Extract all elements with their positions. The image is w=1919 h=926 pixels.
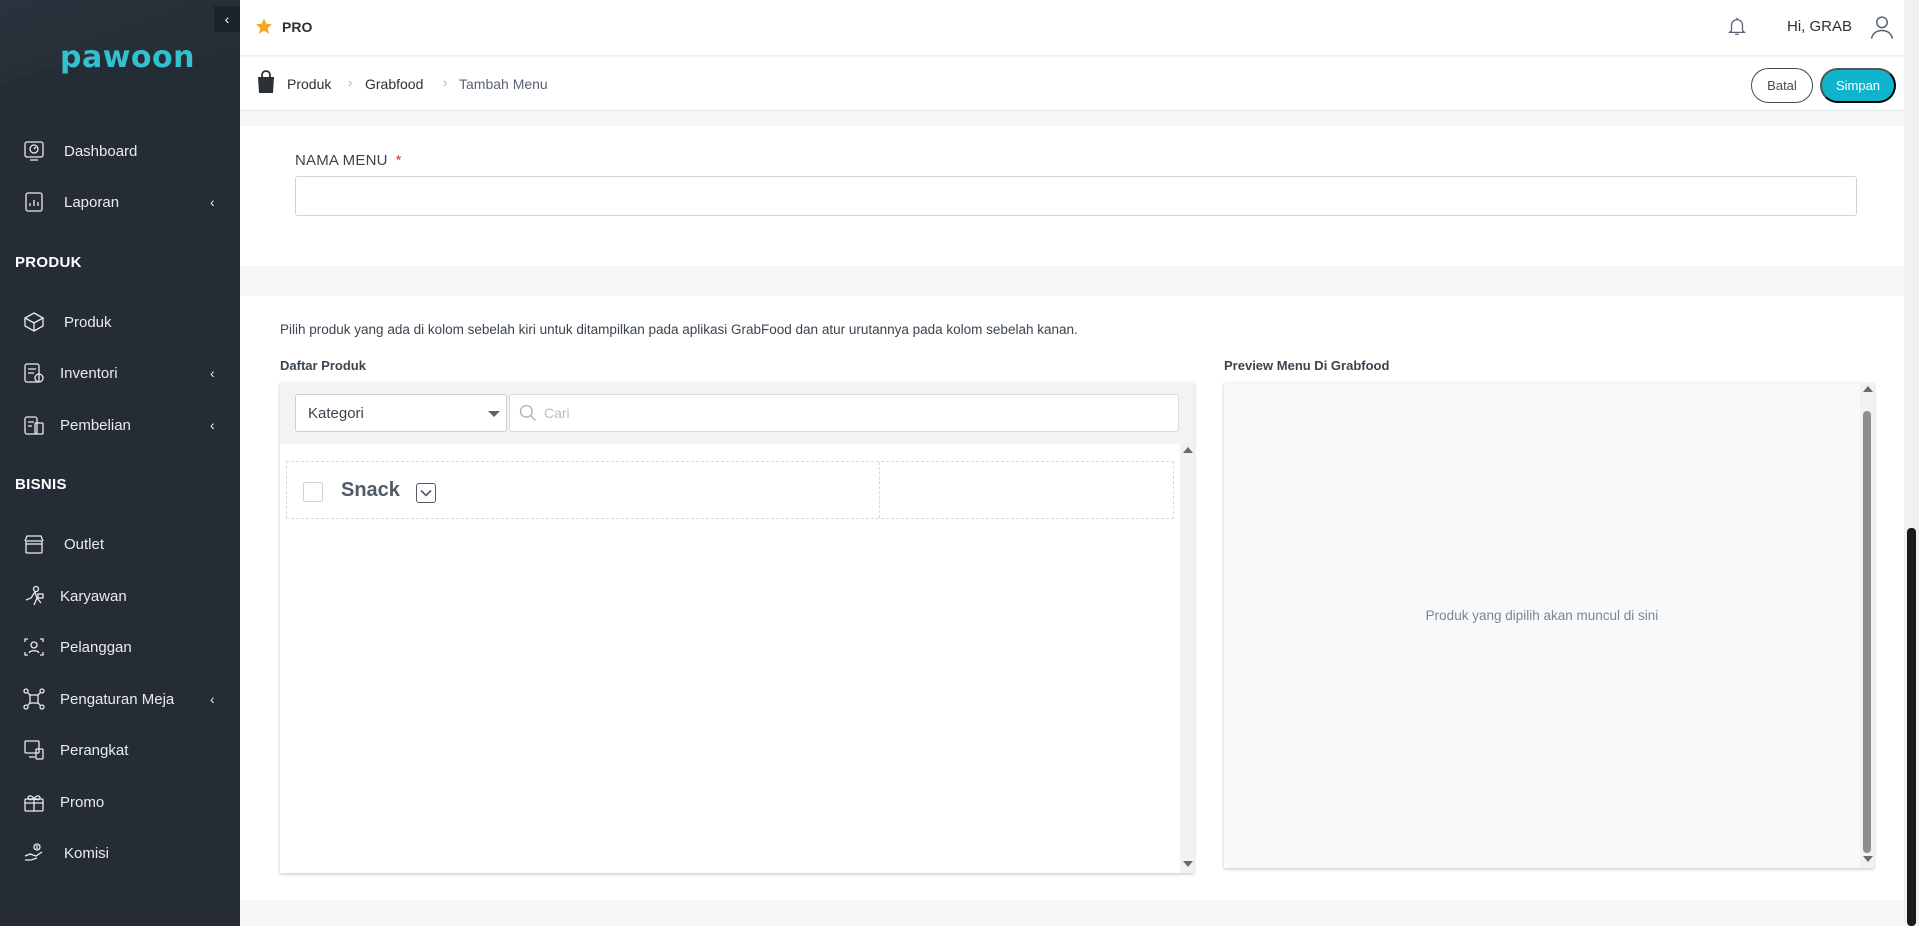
expand-category-button[interactable] (416, 483, 436, 503)
bell-icon[interactable] (1726, 14, 1748, 38)
nama-menu-input[interactable] (295, 176, 1857, 216)
sidebar-item-inventori[interactable]: Inventori ‹ (0, 353, 240, 393)
star-icon (256, 18, 272, 34)
chevron-left-icon: ‹ (224, 11, 230, 27)
gift-icon (24, 795, 44, 812)
product-list: Kategori Snack (280, 383, 1194, 873)
filter-bar: Kategori (280, 383, 1194, 444)
sidebar-item-label: Perangkat (60, 741, 129, 759)
sidebar-item-outlet[interactable]: Outlet (0, 524, 240, 564)
grabfood-preview: Produk yang dipilih akan muncul di sini (1224, 383, 1874, 868)
list-scrollbar[interactable] (1180, 444, 1194, 873)
dashboard-icon (24, 141, 44, 161)
sidebar: pawoon ‹ Dashboard Laporan ‹ PRODUK Prod… (0, 0, 240, 926)
cancel-button[interactable]: Batal (1751, 68, 1813, 103)
sidebar-item-label: Komisi (64, 844, 110, 862)
sidebar-item-karyawan[interactable]: Karyawan (0, 576, 240, 616)
sidebar-item-label: Produk (64, 313, 112, 331)
product-list-scroll[interactable]: Snack (280, 444, 1194, 873)
sidebar-item-komisi[interactable]: Komisi (0, 833, 240, 873)
category-select-value: Kategori (308, 404, 364, 422)
category-name: Snack (341, 479, 400, 501)
section-produk: PRODUK (15, 254, 82, 271)
pro-label: PRO (282, 18, 313, 35)
user-greeting[interactable]: Hi, GRAB (1787, 18, 1852, 35)
page-scroll-thumb[interactable] (1907, 528, 1916, 926)
table-icon (23, 688, 45, 710)
page-scrollbar[interactable] (1904, 0, 1919, 926)
chevron-left-icon: ‹ (210, 417, 215, 433)
breadcrumb-separator: › (443, 75, 448, 90)
product-picker-panel: Pilih produk yang ada di kolom sebelah k… (240, 296, 1911, 900)
nama-menu-label-text: NAMA MENU (295, 152, 388, 169)
breadcrumb-tambah-menu: Tambah Menu (459, 76, 548, 92)
commission-icon (24, 843, 43, 861)
shopping-bag-icon (258, 70, 274, 93)
row-divider (879, 462, 880, 518)
sidebar-item-label: Inventori (60, 364, 118, 382)
daftar-produk-title: Daftar Produk (280, 358, 366, 373)
pawoon-logo[interactable]: pawoon (60, 40, 195, 75)
sidebar-collapse-button[interactable]: ‹ (214, 6, 240, 32)
sidebar-item-pelanggan[interactable]: Pelanggan (0, 627, 240, 667)
preview-scrollbar[interactable] (1860, 383, 1874, 868)
search-icon (519, 404, 536, 421)
nama-menu-label: NAMA MENU * (295, 152, 402, 169)
chevron-left-icon: ‹ (210, 194, 215, 210)
sidebar-item-produk[interactable]: Produk (0, 302, 240, 342)
store-icon (24, 535, 44, 554)
purchase-icon (24, 416, 44, 435)
required-mark: * (395, 152, 402, 169)
scroll-thumb[interactable] (1863, 411, 1871, 853)
report-icon (25, 192, 43, 212)
sidebar-item-label: Outlet (64, 535, 105, 553)
pro-badge: PRO (254, 17, 312, 36)
chevron-down-icon (420, 489, 432, 497)
preview-empty-text: Produk yang dipilih akan muncul di sini (1425, 608, 1659, 623)
menu-name-panel: NAMA MENU * (240, 126, 1911, 266)
sidebar-header: pawoon (0, 0, 240, 125)
scroll-up-icon[interactable] (1863, 386, 1873, 392)
category-select[interactable]: Kategori (295, 394, 507, 432)
sidebar-item-label: Pengaturan Meja (60, 690, 175, 708)
chevron-left-icon: ‹ (210, 691, 215, 707)
breadcrumb-separator: › (348, 75, 353, 90)
search-box[interactable] (509, 394, 1179, 432)
save-button[interactable]: Simpan (1820, 68, 1896, 103)
sidebar-item-perangkat[interactable]: Perangkat (0, 730, 240, 770)
search-input[interactable] (544, 395, 1164, 431)
employee-icon (25, 585, 44, 606)
category-row[interactable]: Snack (286, 461, 1174, 519)
sidebar-item-pembelian[interactable]: Pembelian ‹ (0, 405, 240, 445)
inventory-icon (24, 363, 44, 383)
scroll-down-icon[interactable] (1863, 856, 1873, 862)
sidebar-item-laporan[interactable]: Laporan ‹ (0, 182, 240, 222)
sidebar-item-label: Dashboard (64, 142, 138, 160)
sidebar-item-label: Pelanggan (60, 638, 132, 656)
section-bisnis: BISNIS (15, 476, 67, 493)
breadcrumb-produk[interactable]: Produk (287, 76, 331, 92)
sidebar-item-pengaturan-meja[interactable]: Pengaturan Meja ‹ (0, 679, 240, 719)
top-bar: PRO Hi, GRAB (240, 0, 1904, 56)
sidebar-item-label: Laporan (64, 193, 120, 211)
sidebar-item-label: Pembelian (60, 416, 131, 434)
user-avatar-icon[interactable] (1868, 13, 1896, 41)
chevron-left-icon: ‹ (210, 365, 215, 381)
sidebar-item-dashboard[interactable]: Dashboard (0, 131, 240, 171)
sidebar-item-label: Karyawan (60, 587, 127, 605)
breadcrumb-grabfood[interactable]: Grabfood (365, 76, 423, 92)
caret-down-icon (488, 411, 500, 417)
sidebar-item-promo[interactable]: Promo (0, 782, 240, 822)
box-icon (23, 312, 45, 332)
sidebar-item-label: Promo (60, 793, 105, 811)
device-icon (24, 740, 44, 760)
category-checkbox[interactable] (303, 482, 323, 502)
help-text: Pilih produk yang ada di kolom sebelah k… (280, 322, 1078, 337)
breadcrumb-bar: Produk › Grabfood › Tambah Menu Batal Si… (240, 57, 1904, 111)
scroll-down-icon[interactable] (1183, 861, 1193, 867)
preview-title: Preview Menu Di Grabfood (1224, 358, 1390, 373)
scroll-up-icon[interactable] (1183, 447, 1193, 453)
customer-icon (24, 638, 44, 656)
